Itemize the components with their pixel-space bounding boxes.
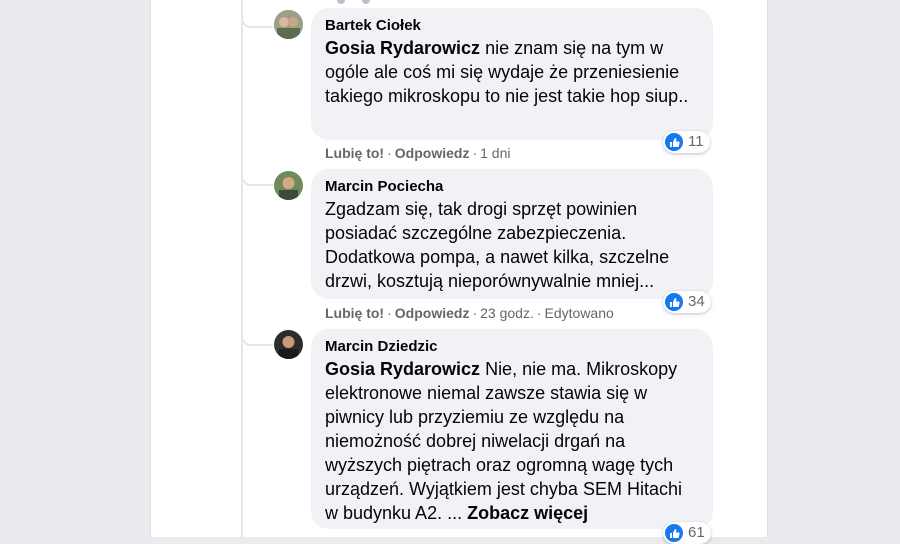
like-icon [665, 133, 683, 151]
like-icon [665, 524, 683, 542]
reaction-summary[interactable]: 34 [663, 291, 711, 313]
comment-author[interactable]: Marcin Pociecha [325, 177, 699, 197]
avatar[interactable] [274, 171, 303, 200]
thread-line [241, 0, 243, 537]
mention-link[interactable]: Gosia Rydarowicz [325, 359, 480, 379]
comment-author[interactable]: Marcin Dziedzic [325, 337, 699, 357]
reaction-count: 34 [688, 293, 705, 310]
like-button[interactable]: Lubię to! [325, 145, 384, 161]
reaction-summary[interactable]: 61 [663, 522, 711, 544]
edited-label[interactable]: Edytowano [545, 305, 614, 321]
comment-time[interactable]: 23 godz. [480, 305, 534, 321]
comment-bubble: Marcin Pociecha Zgadzam się, tak drogi s… [311, 169, 713, 299]
reply-button[interactable]: Odpowiedz [395, 145, 470, 161]
comment-actions: Lubię to! · Odpowiedz · 1 dni [325, 145, 511, 161]
thread-branch [241, 332, 273, 346]
like-icon [665, 293, 683, 311]
reply-button[interactable]: Odpowiedz [395, 305, 470, 321]
thread-branch [241, 14, 273, 28]
comment-bubble: Bartek Ciołek Gosia Rydarowicz nie znam … [311, 8, 713, 140]
avatar[interactable] [274, 330, 303, 359]
reaction-count: 61 [688, 524, 705, 541]
comment-bubble: Marcin Dziedzic Gosia Rydarowicz Nie, ni… [311, 329, 713, 529]
avatar[interactable] [274, 10, 303, 39]
mention-link[interactable]: Gosia Rydarowicz [325, 38, 480, 58]
comment-text: Gosia Rydarowicz nie znam się na tym w o… [325, 36, 699, 108]
comment-text: Gosia Rydarowicz Nie, nie ma. Mikroskopy… [325, 357, 699, 525]
like-button[interactable]: Lubię to! [325, 305, 384, 321]
comment-body: Zgadzam się, tak drogi sprzęt powinien p… [325, 199, 670, 291]
thread-branch [241, 172, 273, 186]
comment-actions: Lubię to! · Odpowiedz · 23 godz. · Edytowano [325, 305, 614, 321]
comment-time[interactable]: 1 dni [480, 145, 510, 161]
comment-author[interactable]: Bartek Ciołek [325, 16, 699, 36]
comment-body: Nie, nie ma. Mikroskopy elektronowe niem… [325, 359, 682, 523]
reaction-count: 11 [688, 133, 704, 150]
reaction-summary[interactable]: 11 [663, 131, 710, 153]
see-more-link[interactable]: Zobacz więcej [467, 503, 588, 523]
